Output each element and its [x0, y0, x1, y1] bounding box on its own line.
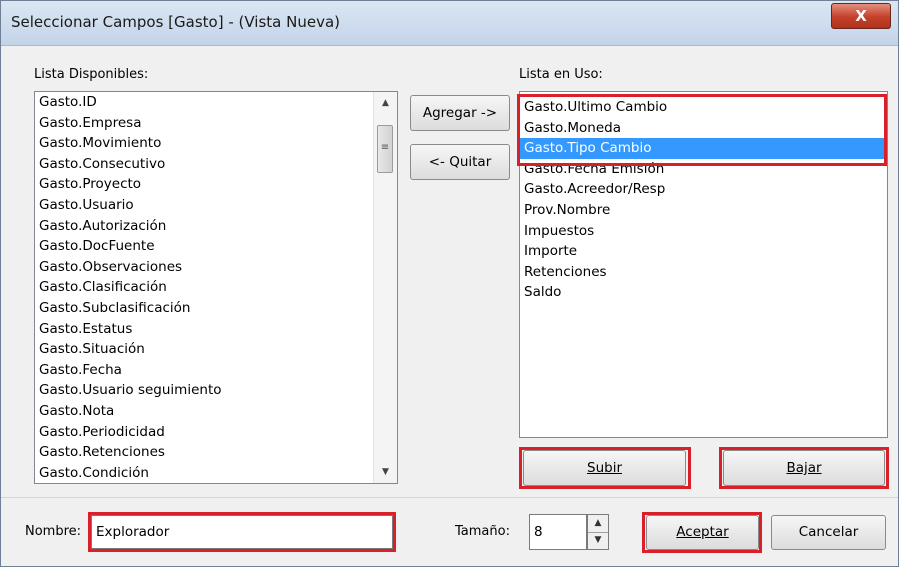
inuse-item[interactable]: Gasto.Fecha Emisión: [520, 159, 887, 180]
available-item[interactable]: Gasto.Estatus: [35, 319, 397, 340]
move-down-button[interactable]: Bajar: [723, 450, 885, 486]
add-button[interactable]: Agregar ->: [410, 95, 510, 131]
size-spinner[interactable]: ▲ ▼: [587, 514, 609, 550]
scroll-down-arrow-icon[interactable]: ▼: [374, 463, 397, 481]
close-button[interactable]: X: [831, 3, 891, 29]
inuse-item[interactable]: Gasto.Acreedor/Resp: [520, 179, 887, 200]
available-listbox[interactable]: Gasto.ID Gasto.Empresa Gasto.Movimiento Gas…: [34, 91, 398, 484]
window-title: Seleccionar Campos [Gasto] - (Vista Nuev…: [11, 13, 341, 31]
available-item[interactable]: Gasto.ID: [35, 92, 397, 113]
inuse-item[interactable]: Importe: [520, 241, 887, 262]
available-item[interactable]: Gasto.Observaciones: [35, 257, 397, 278]
inuse-items: Gasto.Ultimo Cambio Gasto.Moneda Gasto.Tip…: [520, 92, 887, 303]
remove-button[interactable]: <- Quitar: [410, 144, 510, 180]
available-item[interactable]: Gasto.Periodicidad: [35, 422, 397, 443]
inuse-item[interactable]: Gasto.Ultimo Cambio: [520, 97, 887, 118]
available-item[interactable]: Gasto.Consecutivo: [35, 154, 397, 175]
move-up-button[interactable]: Subir: [523, 450, 686, 486]
available-item[interactable]: Gasto.Empresa: [35, 113, 397, 134]
cancel-button[interactable]: Cancelar: [771, 515, 886, 550]
available-item[interactable]: Gasto.Movimiento: [35, 133, 397, 154]
inuse-item[interactable]: Saldo: [520, 282, 887, 303]
available-item[interactable]: Gasto.Usuario: [35, 195, 397, 216]
inuse-item[interactable]: Gasto.Moneda: [520, 118, 887, 139]
available-item[interactable]: Gasto.Usuario seguimiento: [35, 380, 397, 401]
inuse-item[interactable]: Gasto.Tipo Cambio: [520, 138, 887, 159]
spin-up-arrow-icon[interactable]: ▲: [588, 515, 608, 533]
available-item[interactable]: Gasto.Clasificación: [35, 277, 397, 298]
accept-button[interactable]: Aceptar: [646, 515, 759, 550]
spin-down-arrow-icon[interactable]: ▼: [588, 532, 608, 549]
available-item[interactable]: Gasto.Proyecto: [35, 174, 397, 195]
inuse-item[interactable]: Prov.Nombre: [520, 200, 887, 221]
name-label: Nombre:: [25, 524, 82, 539]
title-bar[interactable]: Seleccionar Campos [Gasto] - (Vista Nuev…: [1, 1, 898, 46]
size-input[interactable]: 8: [529, 514, 587, 550]
available-item[interactable]: Gasto.Retenciones: [35, 442, 397, 463]
separator: [1, 497, 898, 498]
inuse-item[interactable]: Impuestos: [520, 221, 887, 242]
available-item[interactable]: Gasto.DocFuente: [35, 236, 397, 257]
scroll-thumb[interactable]: ≡: [377, 125, 393, 173]
scroll-up-arrow-icon[interactable]: ▲: [374, 94, 397, 112]
name-input[interactable]: Explorador: [91, 515, 393, 549]
available-scrollbar[interactable]: ▲ ≡ ▼: [373, 92, 397, 483]
available-item[interactable]: Gasto.Nota: [35, 401, 397, 422]
size-label: Tamaño:: [455, 524, 510, 539]
inuse-list-label: Lista en Uso:: [519, 67, 603, 82]
available-item[interactable]: Gasto.Fecha: [35, 360, 397, 381]
available-list-label: Lista Disponibles:: [34, 67, 149, 82]
available-item[interactable]: Gasto.Situación: [35, 339, 397, 360]
available-items: Gasto.ID Gasto.Empresa Gasto.Movimiento Gas…: [35, 92, 397, 483]
inuse-item[interactable]: Retenciones: [520, 262, 887, 283]
available-item[interactable]: Gasto.Subclasificación: [35, 298, 397, 319]
inuse-listbox[interactable]: Gasto.Ultimo Cambio Gasto.Moneda Gasto.Tip…: [519, 91, 888, 438]
dialog-window: Seleccionar Campos [Gasto] - (Vista Nuev…: [0, 0, 899, 567]
available-item[interactable]: Gasto.Autorización: [35, 216, 397, 237]
available-item[interactable]: Gasto.Condición: [35, 463, 397, 483]
